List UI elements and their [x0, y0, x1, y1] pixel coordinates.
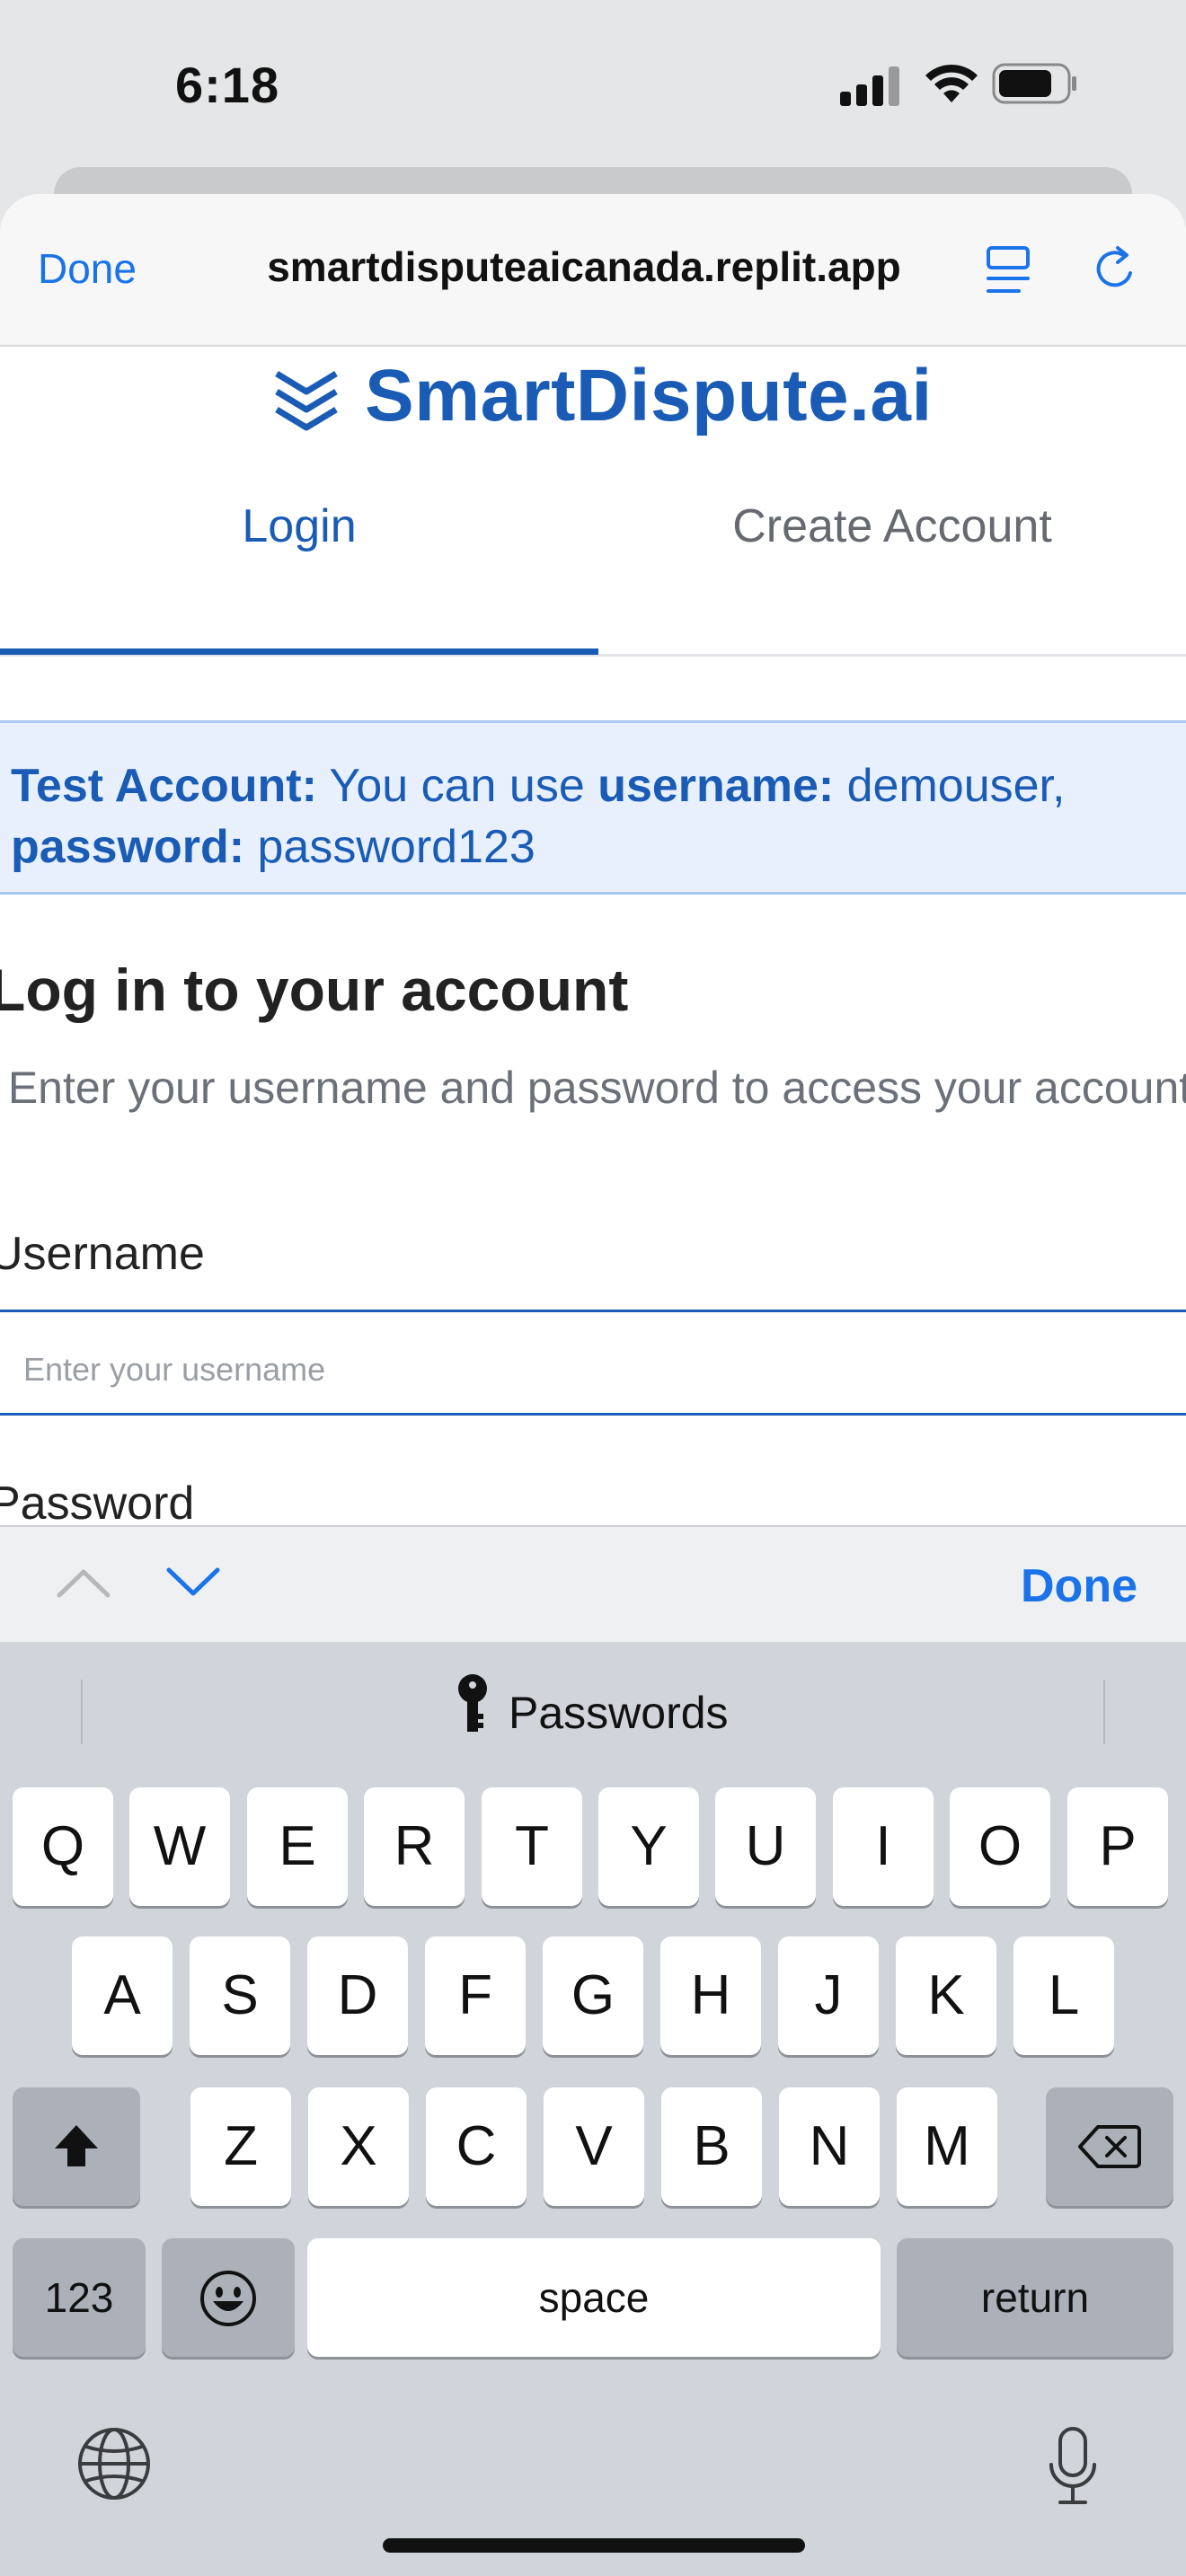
- key-icon: [458, 1674, 487, 1732]
- key-g[interactable]: G: [543, 1936, 643, 2055]
- keyboard-accessory-bar: Done: [0, 1525, 1186, 1644]
- key-o[interactable]: O: [950, 1787, 1050, 1906]
- quicktype-divider: [1103, 1680, 1105, 1744]
- brand-logo-text: SmartDispute.ai: [365, 355, 933, 437]
- tab-create-account[interactable]: Create Account: [598, 499, 1186, 562]
- quicktype-divider: [81, 1680, 83, 1744]
- battery-icon: [992, 63, 1076, 104]
- reader-icon[interactable]: [985, 244, 1033, 298]
- microphone-icon[interactable]: [1046, 2425, 1100, 2508]
- keyboard: Passwords QWERTYUIOP ASDFGHJKL ZXCVBNM 1…: [0, 1642, 1186, 2576]
- emoji-key[interactable]: [162, 2238, 295, 2357]
- username-placeholder: Enter your username: [23, 1351, 326, 1388]
- globe-icon[interactable]: [75, 2425, 153, 2502]
- key-q[interactable]: Q: [13, 1787, 113, 1906]
- key-x[interactable]: X: [308, 2087, 409, 2206]
- logo-chevrons-icon: [275, 371, 338, 431]
- key-b[interactable]: B: [661, 2087, 762, 2206]
- key-f[interactable]: F: [425, 1936, 526, 2055]
- chevron-down-icon[interactable]: [165, 1565, 221, 1601]
- notice-line-1: Test Account: You can use username: demo…: [11, 760, 1066, 812]
- key-k[interactable]: K: [896, 1936, 996, 2055]
- backspace-icon: [1078, 2125, 1141, 2168]
- numbers-key[interactable]: 123: [13, 2238, 146, 2357]
- delete-key[interactable]: [1046, 2087, 1173, 2206]
- username-label: Username: [0, 1228, 205, 1280]
- key-c[interactable]: C: [426, 2087, 527, 2206]
- chevron-up-icon[interactable]: [56, 1565, 111, 1601]
- test-account-notice: Test Account: You can use username: demo…: [0, 720, 1186, 895]
- key-v[interactable]: V: [544, 2087, 644, 2206]
- return-key[interactable]: return: [897, 2238, 1173, 2357]
- key-y[interactable]: Y: [598, 1787, 699, 1906]
- keyboard-done-button[interactable]: Done: [1021, 1559, 1137, 1613]
- key-w[interactable]: W: [129, 1787, 230, 1906]
- reload-icon[interactable]: [1091, 243, 1141, 296]
- shift-key[interactable]: [13, 2087, 140, 2206]
- key-d[interactable]: D: [307, 1936, 408, 2055]
- tab-login[interactable]: Login: [0, 499, 598, 562]
- key-l[interactable]: L: [1013, 1936, 1114, 2055]
- status-time: 6:18: [175, 57, 280, 113]
- password-label: Password: [0, 1478, 195, 1530]
- key-j[interactable]: J: [778, 1936, 879, 2055]
- key-u[interactable]: U: [715, 1787, 816, 1906]
- emoji-icon: [200, 2271, 256, 2326]
- space-key[interactable]: space: [307, 2238, 881, 2357]
- browser-toolbar: smartdisputeaicanada.replit.app Done: [0, 194, 1186, 347]
- key-p[interactable]: P: [1067, 1787, 1168, 1906]
- wifi-icon: [925, 64, 978, 102]
- key-i[interactable]: I: [833, 1787, 934, 1906]
- key-h[interactable]: H: [660, 1936, 761, 2055]
- cellular-signal-icon: [840, 66, 899, 106]
- notice-line-2: password: password123: [11, 821, 535, 873]
- key-a[interactable]: A: [72, 1936, 173, 2055]
- key-z[interactable]: Z: [190, 2087, 291, 2206]
- active-tab-indicator: [0, 648, 598, 655]
- page-title: Log in to your account: [0, 957, 629, 1023]
- page-subtitle: Enter your username and password to acce…: [7, 1063, 1186, 1113]
- key-s[interactable]: S: [190, 1936, 290, 2055]
- key-e[interactable]: E: [247, 1787, 348, 1906]
- key-r[interactable]: R: [364, 1787, 465, 1906]
- home-indicator: [383, 2538, 805, 2553]
- shift-icon: [55, 2125, 98, 2166]
- quicktype-passwords[interactable]: Passwords: [509, 1687, 729, 1739]
- key-t[interactable]: T: [482, 1787, 582, 1906]
- key-n[interactable]: N: [779, 2087, 880, 2206]
- key-m[interactable]: M: [897, 2087, 997, 2206]
- browser-done-button[interactable]: Done: [38, 244, 137, 293]
